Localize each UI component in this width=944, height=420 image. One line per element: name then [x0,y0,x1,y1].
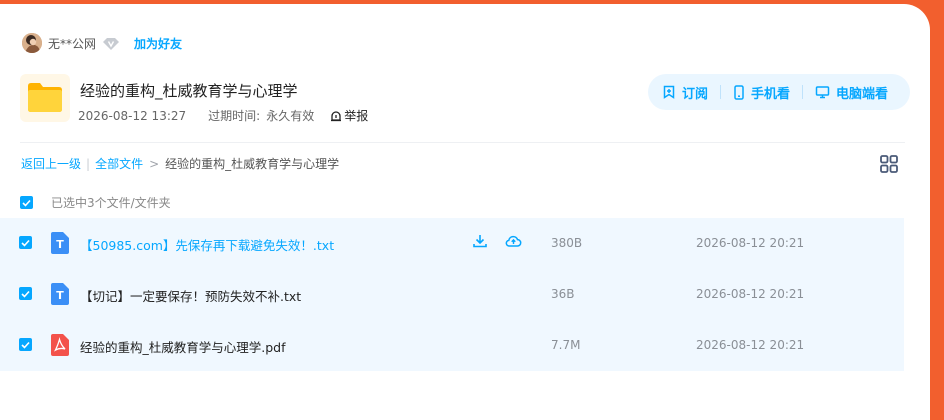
file-row[interactable]: T 【切记】一定要保存！预防失效不补.txt 36B 2026-08-12 20… [0,269,904,320]
share-card: 无**公网 加为好友 经验的重构_杜威教育学与心理学 2026-08-12 13… [0,4,930,420]
file-list: T 【50985.com】先保存再下载避免失效！.txt 380B 2026-0… [0,218,904,371]
share-meta: 2026-08-12 13:27 过期时间: 永久有效 举报 [78,107,368,124]
txt-icon: T [51,283,69,305]
crumb-arrow-icon: > [149,156,160,171]
file-checkbox[interactable] [19,338,32,351]
phone-icon [734,84,744,100]
check-icon [21,341,30,349]
user-row: 无**公网 加为好友 [22,32,182,54]
separator [802,85,804,99]
file-name[interactable]: 【切记】一定要保存！预防失效不补.txt [80,286,301,305]
expire-label: 过期时间: [208,109,261,123]
desktop-view-button[interactable]: 电脑端看 [815,83,888,102]
username: 无**公网 [48,36,97,51]
mobile-view-label: 手机看 [751,86,791,102]
file-size: 380B [551,236,583,250]
check-icon [21,290,30,298]
txt-icon: T [51,232,69,254]
add-friend-link[interactable]: 加为好友 [134,35,182,52]
file-checkbox[interactable] [19,236,32,249]
crumb-separator: | [86,156,91,171]
monitor-icon [815,86,830,99]
download-icon[interactable] [472,233,488,249]
all-files-link[interactable]: 全部文件 [95,155,143,172]
vip-diamond-icon [102,36,120,50]
file-name[interactable]: 经验的重构_杜威教育学与心理学.pdf [80,337,286,356]
file-checkbox[interactable] [19,287,32,300]
selection-count: 已选中3个文件/文件夹 [51,196,171,210]
txt-icon-letter: T [56,289,64,302]
breadcrumb: 返回上一级 | 全部文件 > 经验的重构_杜威教育学与心理学 [21,155,339,172]
subscribe-icon [663,85,675,99]
subscribe-label: 订阅 [682,86,709,102]
check-icon [22,199,31,207]
desktop-view-label: 电脑端看 [836,86,889,102]
avatar[interactable] [22,33,42,53]
subscribe-button[interactable]: 订阅 [662,83,708,102]
file-row[interactable]: 经验的重构_杜威教育学与心理学.pdf 7.7M 2026-08-12 20:2… [0,320,904,371]
report-button[interactable]: 举报 [330,107,368,124]
mobile-view-button[interactable]: 手机看 [733,83,790,102]
share-title: 经验的重构_杜威教育学与心理学 [80,82,298,100]
select-all-checkbox[interactable] [20,196,33,209]
pdf-icon [51,334,69,356]
file-time: 2026-08-12 20:21 [696,236,805,250]
select-all: 已选中3个文件/文件夹 [20,194,171,211]
header-divider [20,142,905,143]
report-icon [331,110,342,121]
crumb-current: 经验的重构_杜威教育学与心理学 [165,157,340,171]
separator [720,85,722,99]
file-time: 2026-08-12 20:21 [696,338,805,352]
file-name[interactable]: 【50985.com】先保存再下载避免失效！.txt [80,235,334,254]
file-size: 36B [551,287,575,301]
folder-icon [20,74,70,122]
txt-icon-letter: T [56,238,64,251]
share-date: 2026-08-12 13:27 [78,108,187,123]
grid-view-icon[interactable] [879,154,899,174]
report-label: 举报 [344,109,369,123]
file-row[interactable]: T 【50985.com】先保存再下载避免失效！.txt 380B 2026-0… [0,218,904,269]
view-actions: 订阅 手机看 电脑端看 [648,74,910,110]
expire-value: 永久有效 [266,109,315,123]
check-icon [21,239,30,247]
row-actions [472,233,522,249]
back-link[interactable]: 返回上一级 [21,155,81,172]
share-header: 经验的重构_杜威教育学与心理学 2026-08-12 13:27 过期时间: 永… [20,74,910,130]
save-to-cloud-icon[interactable] [505,233,522,249]
file-size: 7.7M [551,338,581,352]
file-time: 2026-08-12 20:21 [696,287,805,301]
